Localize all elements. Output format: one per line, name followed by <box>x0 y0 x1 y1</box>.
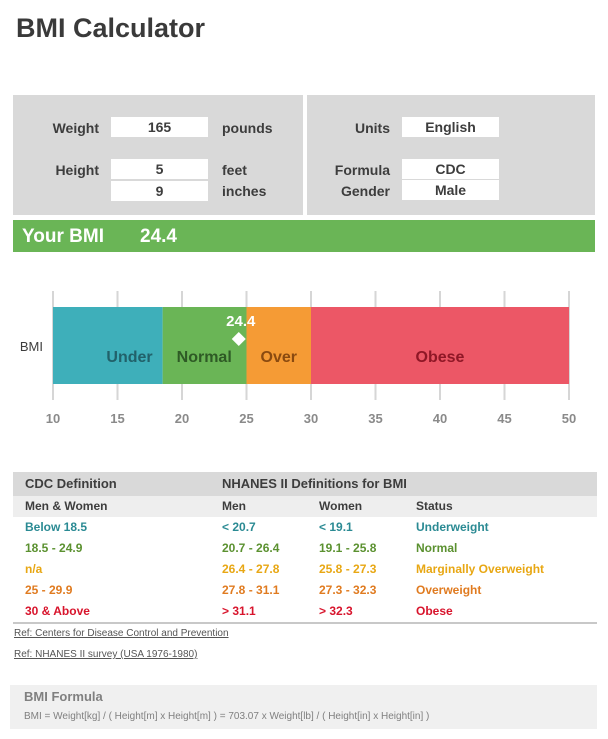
bmi-range-chart: Under Normal Over Obese BMI 10 15 20 25 30 35 40 4… <box>20 291 576 426</box>
bmi-formula-box: BMI Formula BMI = Weight[kg] / ( Height[… <box>10 685 597 729</box>
x-tick-label: 10 <box>46 411 60 426</box>
cell-women-range: 25.8 - 27.3 <box>319 562 377 576</box>
bmi-result-value: 24.4 <box>140 226 177 247</box>
header-nhanes: NHANES II Definitions for BMI <box>222 476 407 491</box>
height-feet-input[interactable] <box>111 159 208 179</box>
header-cdc: CDC Definition <box>25 476 117 491</box>
range-bar-over <box>246 307 311 384</box>
cell-women-range: < 19.1 <box>319 520 353 534</box>
cell-women-range: > 32.3 <box>319 604 353 618</box>
range-label-obese: Obese <box>416 349 465 366</box>
x-tick-label: 15 <box>110 411 124 426</box>
cell-men-range: < 20.7 <box>222 520 256 534</box>
table-row: 18.5 - 24.9 20.7 - 26.4 19.1 - 25.8 Normal <box>13 538 597 559</box>
cell-cdc-range: 30 & Above <box>25 604 90 618</box>
gender-select[interactable]: Male <box>402 180 499 200</box>
table-row: n/a 26.4 - 27.8 25.8 - 27.3 Marginally Over… <box>13 559 597 580</box>
page-title: BMI Calculator <box>16 13 206 43</box>
cell-cdc-range: 18.5 - 24.9 <box>25 541 83 555</box>
bmi-formula-text: BMI = Weight[kg] / ( Height[m] x Height[… <box>24 711 430 722</box>
x-tick-label: 35 <box>368 411 382 426</box>
cell-status: Normal <box>416 541 458 555</box>
range-bar-obese <box>311 307 569 384</box>
range-bar-under <box>53 307 163 384</box>
cell-women-range: 27.3 - 32.3 <box>319 583 377 597</box>
cell-cdc-range: Below 18.5 <box>25 520 88 534</box>
range-label-over: Over <box>261 349 297 366</box>
range-label-under: Under <box>106 349 152 366</box>
cell-status: Marginally Overweight <box>416 562 545 576</box>
table-row: Below 18.5 < 20.7 < 19.1 Underweight <box>13 517 597 538</box>
range-label-normal: Normal <box>177 349 232 366</box>
bmi-result-label: Your BMI <box>22 226 104 247</box>
table-subheader-row: Men & Women Men Women Status <box>13 496 597 517</box>
cell-men-range: 26.4 - 27.8 <box>222 562 280 576</box>
subheader-status: Status <box>416 499 453 513</box>
subheader-men-women: Men & Women <box>25 499 108 513</box>
cell-cdc-range: n/a <box>25 562 43 576</box>
x-tick-label: 20 <box>175 411 189 426</box>
cell-status: Overweight <box>416 583 482 597</box>
height-feet-unit: feet <box>222 162 247 178</box>
bmi-marker-label: 24.4 <box>226 313 256 330</box>
ref-link-cdc[interactable]: Ref: Centers for Disease Control and Pre… <box>14 628 229 639</box>
x-tick-label: 25 <box>239 411 253 426</box>
settings-panel: Units English Formula CDC Gender Male <box>307 95 595 215</box>
formula-select[interactable]: CDC <box>402 159 499 179</box>
formula-label: Formula <box>334 162 390 178</box>
chart-category-label: BMI <box>20 339 43 354</box>
height-label: Height <box>55 162 99 178</box>
bmi-definitions-table: CDC Definition NHANES II Definitions for… <box>13 472 597 624</box>
cell-men-range: 27.8 - 31.1 <box>222 583 280 597</box>
height-inches-input[interactable] <box>111 181 208 201</box>
weight-unit: pounds <box>222 120 273 136</box>
x-tick-label: 50 <box>562 411 576 426</box>
measurements-panel: Weight pounds Height feet inches <box>13 95 303 215</box>
cell-cdc-range: 25 - 29.9 <box>25 583 73 597</box>
units-label: Units <box>355 120 390 136</box>
cell-status: Obese <box>416 604 453 618</box>
cell-men-range: > 31.1 <box>222 604 256 618</box>
subheader-women: Women <box>319 499 363 513</box>
subheader-men: Men <box>222 499 246 513</box>
gender-label: Gender <box>340 183 390 199</box>
x-tick-label: 40 <box>433 411 447 426</box>
cell-women-range: 19.1 - 25.8 <box>319 541 377 555</box>
ref-link-nhanes[interactable]: Ref: NHANES II survey (USA 1976-1980) <box>14 649 197 660</box>
table-bottom-border <box>13 622 597 624</box>
height-inches-unit: inches <box>222 183 267 199</box>
cell-men-range: 20.7 - 26.4 <box>222 541 280 555</box>
table-header-row: CDC Definition NHANES II Definitions for… <box>13 472 597 496</box>
table-row: 25 - 29.9 27.8 - 31.1 27.3 - 32.3 Overweigh… <box>13 580 597 601</box>
x-tick-label: 45 <box>497 411 511 426</box>
weight-input[interactable] <box>111 117 208 137</box>
cell-status: Underweight <box>416 520 489 534</box>
bmi-result-bar: Your BMI 24.4 <box>13 220 595 252</box>
weight-label: Weight <box>52 120 99 136</box>
x-tick-label: 30 <box>304 411 318 426</box>
table-row: 30 & Above > 31.1 > 32.3 Obese <box>13 601 597 622</box>
units-select[interactable]: English <box>402 117 499 137</box>
bmi-formula-title: BMI Formula <box>24 689 103 704</box>
